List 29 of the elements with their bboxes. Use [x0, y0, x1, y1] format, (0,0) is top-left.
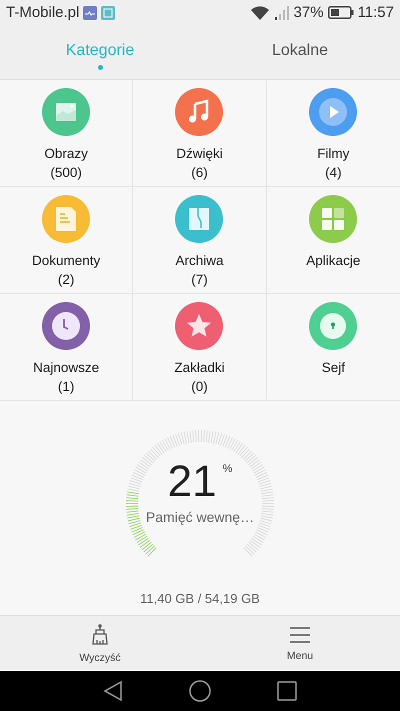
back-icon[interactable] — [103, 680, 123, 702]
home-icon[interactable] — [189, 680, 211, 702]
category-tile[interactable]: Dźwięki (6) — [133, 80, 267, 187]
category-tile[interactable]: Aplikacje — [266, 187, 400, 294]
storage-label: Pamięć wewnę… — [146, 509, 254, 525]
clock: 11:57 — [358, 4, 394, 21]
signal-icon — [274, 6, 290, 20]
category-tile[interactable]: Filmy (4) — [266, 80, 400, 187]
battery-percent: 37% — [294, 4, 324, 21]
recents-icon[interactable] — [277, 681, 297, 701]
battery-icon — [328, 6, 354, 19]
category-tile[interactable]: Dokumenty (2) — [0, 187, 134, 294]
category-tile[interactable]: Archiwa (7) — [133, 187, 267, 294]
clean-button[interactable]: Wyczyść — [0, 616, 200, 671]
health-app-icon — [83, 6, 98, 20]
storage-usage: 11,40 GB / 54,19 GB — [140, 591, 260, 606]
gallery-app-icon — [101, 6, 116, 20]
category-tile[interactable]: Obrazy (500) — [0, 80, 134, 187]
menu-icon — [289, 626, 311, 644]
storage-percent: 21 — [168, 457, 217, 507]
menu-button[interactable]: Menu — [200, 616, 400, 671]
tab[interactable]: Lokalne — [200, 25, 400, 79]
brush-icon — [90, 624, 110, 646]
category-tile[interactable]: Sejf — [266, 294, 400, 401]
wifi-icon — [250, 4, 270, 20]
category-tile[interactable]: Zakładki (0) — [133, 294, 267, 401]
carrier-name: T-Mobile.pl — [6, 4, 80, 21]
percent-sign: % — [222, 463, 232, 475]
category-tile[interactable]: Najnowsze (1) — [0, 294, 134, 401]
